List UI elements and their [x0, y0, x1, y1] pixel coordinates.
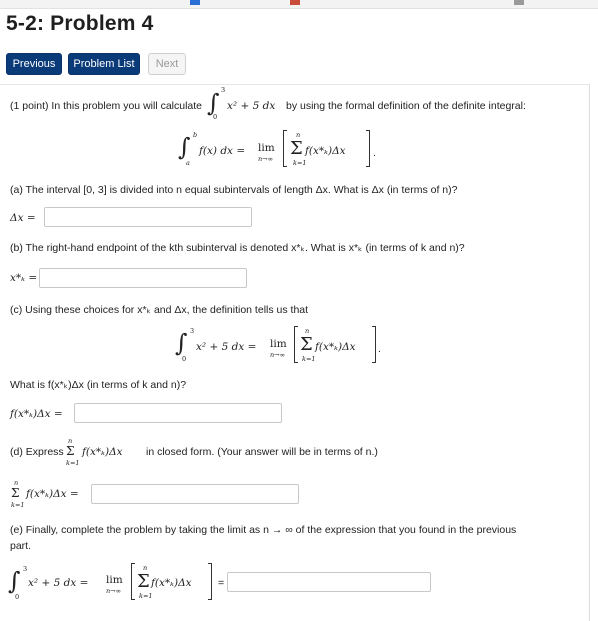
bookmark-icon[interactable] [190, 0, 200, 5]
limit-label: lim [106, 574, 123, 586]
sigma-icon: Σ [300, 334, 313, 355]
intro-suffix: by using the formal definition of the de… [286, 100, 526, 112]
left-bracket [131, 563, 135, 600]
part-d-label: f(x*ₖ)Δx = [26, 488, 79, 500]
sum-body: f(x*ₖ)Δx [315, 341, 356, 353]
part-e-question-line1: (e) Finally, complete the problem by tak… [10, 524, 517, 536]
integral-upper-limit: 3 [23, 565, 28, 573]
part-e-lhs: x² + 5 dx = [28, 577, 89, 589]
problem-list-button[interactable]: Problem List [68, 53, 140, 75]
part-e-question-line2: part. [10, 540, 32, 552]
next-button[interactable]: Next [148, 53, 186, 75]
integral-upper-limit: 3 [221, 86, 226, 94]
integral-upper-limit: 3 [190, 327, 195, 335]
integral-lower-limit: 0 [15, 593, 20, 601]
part-c-question: (c) Using these choices for x*ₖ and Δx, … [10, 304, 309, 316]
xk-star-input[interactable] [39, 268, 247, 288]
limit-label: lim [270, 338, 287, 350]
sigma-icon: Σ [11, 486, 20, 500]
sum-lower: k=1 [11, 501, 25, 509]
integral-upper-limit: b [193, 131, 198, 139]
sum-body: f(x*ₖ)Δx [305, 145, 346, 157]
part-a-label: Δx = [10, 212, 36, 224]
right-bracket [208, 563, 212, 600]
part-b-label: x*ₖ = [10, 272, 38, 284]
integral-lower-limit: 0 [213, 113, 218, 121]
integral-sign: ∫ [175, 329, 188, 357]
left-bracket [294, 326, 298, 363]
integral-sign: ∫ [8, 567, 21, 595]
right-bracket [366, 130, 370, 167]
part-c-prompt: What is f(x*ₖ)Δx (in terms of k and n)? [10, 379, 187, 391]
part-d-prefix: (d) Express [10, 446, 64, 458]
part-c-label: f(x*ₖ)Δx = [10, 408, 63, 420]
integral-lower-limit: a [186, 159, 190, 167]
f-xk-dx-input[interactable] [74, 403, 282, 423]
sum-body: f(x*ₖ)Δx [151, 577, 192, 589]
intro-prefix: (1 point) In this problem you will calcu… [10, 100, 203, 112]
sigma-icon: Σ [137, 571, 150, 592]
limit-label: lim [258, 142, 275, 154]
left-bracket [283, 130, 287, 167]
previous-button[interactable]: Previous [6, 53, 62, 75]
equals-sign: = [218, 577, 225, 589]
part-b-question: (b) The right-hand endpoint of the kth s… [10, 242, 465, 254]
sum-lower: k=1 [139, 592, 153, 600]
definition-lhs: f(x) dx = [199, 145, 246, 157]
bookmark-icon[interactable] [290, 0, 300, 5]
page-title: 5-2: Problem 4 [6, 12, 154, 35]
bookmarks-bar [0, 0, 598, 9]
part-d-sum-body: f(x*ₖ)Δx [82, 446, 123, 458]
final-answer-input[interactable] [227, 572, 431, 592]
integral-sign: ∫ [178, 133, 191, 161]
part-c-lhs: x² + 5 dx = [196, 341, 257, 353]
period: . [378, 343, 381, 355]
integral-lower-limit: 0 [182, 355, 187, 363]
limit-subscript: n→∞ [270, 351, 286, 359]
limit-subscript: n→∞ [106, 587, 122, 595]
delta-x-input[interactable] [44, 207, 252, 227]
part-d-suffix: in closed form. (Your answer will be in … [146, 446, 378, 458]
limit-subscript: n→∞ [258, 155, 274, 163]
integral-sign: ∫ [207, 89, 220, 117]
sum-closed-form-input[interactable] [91, 484, 299, 504]
intro-integrand: x² + 5 dx [227, 100, 276, 112]
period: . [373, 147, 376, 159]
part-a-question: (a) The interval [0, 3] is divided into … [10, 184, 458, 196]
sum-lower: k=1 [66, 459, 80, 467]
sigma-icon: Σ [66, 444, 75, 458]
bookmark-icon[interactable] [514, 0, 524, 5]
sum-lower: k=1 [302, 355, 316, 363]
right-bracket [372, 326, 376, 363]
sum-lower: k=1 [293, 159, 307, 167]
sigma-icon: Σ [290, 138, 303, 159]
